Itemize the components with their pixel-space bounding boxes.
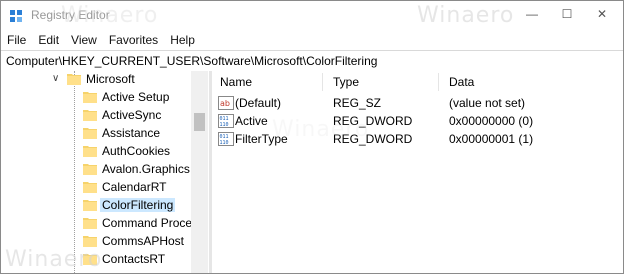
tree-item-label: Avalon.Graphics: [102, 162, 190, 176]
tree-item-label: ColorFiltering: [100, 198, 176, 212]
tree-item-selected[interactable]: ColorFiltering: [1, 197, 191, 214]
folder-icon: [83, 128, 97, 139]
svg-text:110: 110: [220, 140, 229, 146]
tree-item-label: CommsAPHost: [102, 234, 185, 248]
address-bar[interactable]: Computer\HKEY_CURRENT_USER\Software\Micr…: [1, 50, 623, 72]
address-path[interactable]: Computer\HKEY_CURRENT_USER\Software\Micr…: [6, 54, 377, 68]
registry-editor-window: Registry Editor Winaero Winaero — ☐ ✕ Fi…: [0, 0, 624, 274]
tree-item-label: ActiveSync: [102, 108, 162, 122]
value-type: REG_SZ: [333, 96, 382, 110]
tree-item[interactable]: Command Proces: [1, 215, 198, 232]
tree-item-label: Active Setup: [102, 90, 170, 104]
tree-item-label: CalendarRT: [102, 180, 167, 194]
value-name: (Default): [235, 96, 282, 110]
column-header-name[interactable]: Name: [220, 75, 252, 89]
svg-text:110: 110: [220, 122, 229, 128]
table-row[interactable]: ab (Default) REG_SZ (value not set): [212, 95, 623, 112]
tree-item[interactable]: AuthCookies: [1, 143, 191, 160]
dword-value-icon: 011 110: [218, 132, 234, 146]
watermark: Winaero: [417, 3, 515, 28]
folder-icon: [83, 200, 97, 211]
value-name: Active: [235, 114, 268, 128]
folder-open-icon: [67, 74, 81, 85]
column-divider[interactable]: [322, 73, 323, 91]
minimize-button[interactable]: —: [517, 1, 547, 27]
value-data: 0x00000000 (0): [449, 114, 534, 128]
menu-favorites[interactable]: Favorites: [103, 31, 164, 49]
chevron-down-icon[interactable]: ∨: [52, 73, 59, 84]
tree-item[interactable]: Active Setup: [1, 89, 191, 106]
close-button[interactable]: ✕: [587, 1, 617, 27]
tree-item-label: Microsoft: [86, 72, 135, 86]
folder-icon: [83, 218, 97, 229]
key-tree[interactable]: ∨ Microsoft Active Setup ActiveSync Assi…: [1, 71, 209, 273]
watermark: Winaero: [272, 117, 370, 142]
menu-file[interactable]: File: [1, 31, 32, 49]
tree-item-microsoft[interactable]: ∨ Microsoft: [1, 71, 191, 88]
folder-icon: [83, 236, 97, 247]
folder-icon: [83, 110, 97, 121]
tree-item[interactable]: ActiveSync: [1, 107, 191, 124]
values-list[interactable]: Name Type Data ab (Default) REG_SZ (valu…: [212, 71, 623, 273]
tree-item[interactable]: Avalon.Graphics: [1, 161, 191, 178]
folder-icon: [83, 182, 97, 193]
folder-icon: [83, 164, 97, 175]
tree-item-label: ContactsRT: [102, 252, 166, 266]
title-bar[interactable]: Registry Editor Winaero Winaero — ☐ ✕: [1, 1, 623, 31]
watermark: Winaero: [5, 247, 103, 272]
tree-item-label: AuthCookies: [102, 144, 171, 158]
scrollbar-thumb[interactable]: [194, 113, 205, 131]
menu-bar: File Edit View Favorites Help: [1, 31, 623, 49]
menu-edit[interactable]: Edit: [32, 31, 65, 49]
maximize-button[interactable]: ☐: [552, 1, 582, 27]
value-data: (value not set): [449, 96, 526, 110]
menu-help[interactable]: Help: [164, 31, 201, 49]
tree-item[interactable]: Assistance: [1, 125, 191, 142]
string-value-icon: ab: [218, 96, 234, 110]
tree-item-label: Assistance: [102, 126, 161, 140]
tree-scrollbar[interactable]: [191, 71, 208, 273]
tree-item-label: Command Proces: [102, 216, 199, 230]
svg-text:ab: ab: [220, 99, 230, 108]
registry-editor-icon: [10, 10, 22, 22]
tree-item[interactable]: CalendarRT: [1, 179, 191, 196]
watermark: Winaero: [61, 3, 159, 28]
column-divider[interactable]: [438, 73, 439, 91]
column-header-data[interactable]: Data: [449, 75, 474, 89]
dword-value-icon: 011 110: [218, 114, 234, 128]
column-header-type[interactable]: Type: [333, 75, 359, 89]
menu-view[interactable]: View: [65, 31, 103, 49]
folder-icon: [83, 92, 97, 103]
value-data: 0x00000001 (1): [449, 132, 534, 146]
folder-icon: [83, 146, 97, 157]
